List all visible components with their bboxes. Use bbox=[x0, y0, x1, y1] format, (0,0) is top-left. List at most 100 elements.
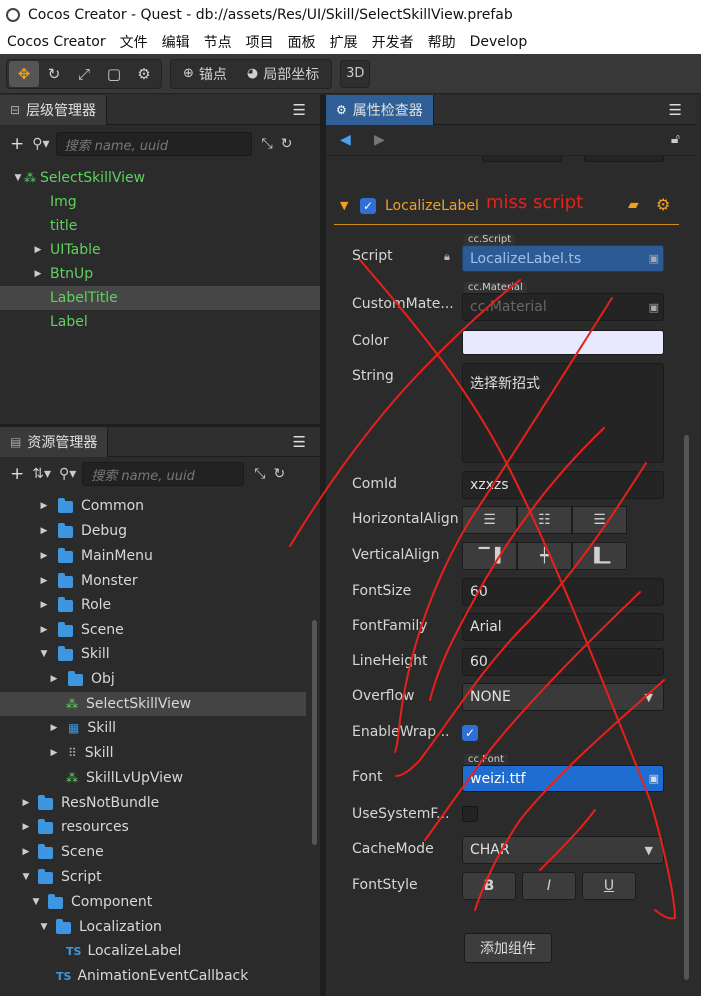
assets-scrollbar[interactable] bbox=[312, 620, 317, 845]
align-left-icon[interactable]: ☰ bbox=[462, 506, 517, 534]
tree-node-selected[interactable]: LabelTitle bbox=[0, 286, 320, 310]
asset-picker-icon[interactable]: ▣ bbox=[649, 301, 659, 314]
tree-node[interactable]: title bbox=[50, 214, 77, 238]
tab-assets[interactable]: ▤ 资源管理器 bbox=[0, 426, 109, 457]
search-filter-icon[interactable]: ⚲▾ bbox=[59, 466, 76, 482]
asset-item[interactable]: ▶ ⠿ Skill bbox=[48, 741, 114, 765]
lock-icon[interactable]: 🔓︎ bbox=[671, 131, 680, 147]
menu-item-file[interactable]: 文件 bbox=[120, 32, 148, 52]
asset-item-selected[interactable]: ⁂ SelectSkillView bbox=[0, 692, 306, 716]
refresh-icon[interactable]: ↻ bbox=[281, 136, 293, 152]
asset-item[interactable]: ▼ Script bbox=[20, 865, 102, 889]
string-textarea[interactable]: 选择新招式 bbox=[462, 363, 664, 463]
collapse-icon[interactable]: ⤡ bbox=[262, 136, 273, 152]
tree-node[interactable]: Label bbox=[50, 310, 88, 334]
menu-item-app[interactable]: Cocos Creator bbox=[7, 34, 106, 50]
book-icon[interactable]: ▰ bbox=[628, 197, 639, 213]
anchor-button[interactable]: ⊕ 锚点 bbox=[173, 61, 237, 87]
asset-picker-icon[interactable]: ▣ bbox=[649, 772, 659, 785]
add-node-button[interactable]: + bbox=[10, 134, 24, 154]
asset-item[interactable]: ▶ Debug bbox=[38, 519, 127, 543]
component-header[interactable]: ▼ ✓ LocalizeLabel miss script ▰ ⚙ bbox=[334, 191, 679, 225]
chevron-right-icon[interactable]: ▶ bbox=[32, 269, 44, 279]
asset-item[interactable]: ⁂ SkillLvUpView bbox=[66, 766, 183, 790]
menu-item-help[interactable]: 帮助 bbox=[428, 32, 456, 52]
lineheight-input[interactable]: 60 bbox=[462, 648, 664, 676]
panel-menu-icon[interactable]: ☰ bbox=[293, 101, 306, 119]
chevron-right-icon[interactable]: ▶ bbox=[32, 245, 44, 255]
chevron-down-icon[interactable]: ▼ bbox=[38, 649, 50, 659]
gear-icon[interactable]: ⚙ bbox=[656, 195, 670, 214]
asset-item[interactable]: ▶ MainMenu bbox=[38, 544, 153, 568]
menu-item-edit[interactable]: 编辑 bbox=[162, 32, 190, 52]
chevron-right-icon[interactable]: ▶ bbox=[20, 822, 32, 832]
italic-button[interactable]: I bbox=[522, 872, 576, 900]
tree-node[interactable]: ▶ BtnUp bbox=[32, 262, 94, 286]
sysfont-checkbox[interactable] bbox=[462, 806, 478, 822]
align-top-icon[interactable]: ▔▐ bbox=[462, 542, 517, 570]
asset-item[interactable]: ▼ Component bbox=[30, 890, 152, 914]
chevron-down-icon[interactable]: ▼ bbox=[20, 872, 32, 882]
align-bottom-icon[interactable]: ▐▁ bbox=[572, 542, 627, 570]
asset-item[interactable]: ▶ Role bbox=[38, 593, 111, 617]
component-enabled-checkbox[interactable]: ✓ bbox=[360, 198, 376, 214]
chevron-right-icon[interactable]: ▶ bbox=[38, 625, 50, 635]
asset-item[interactable]: ▶ resources bbox=[20, 815, 129, 839]
rect-tool-icon[interactable]: ▢ bbox=[99, 61, 129, 87]
asset-item[interactable]: ▶ Scene bbox=[38, 618, 124, 642]
material-field[interactable]: cc.Material ▣ bbox=[462, 293, 664, 321]
script-field[interactable]: LocalizeLabel.ts ▣ bbox=[462, 245, 664, 272]
forward-icon[interactable]: ▶ bbox=[374, 132, 385, 148]
asset-item[interactable]: ▶ Monster bbox=[38, 569, 138, 593]
comid-input[interactable]: xzxzs bbox=[462, 471, 664, 499]
underline-button[interactable]: U bbox=[582, 872, 636, 900]
chevron-right-icon[interactable]: ▶ bbox=[38, 501, 50, 511]
asset-item[interactable]: ▼ Skill bbox=[38, 642, 110, 666]
chevron-right-icon[interactable]: ▶ bbox=[38, 576, 50, 586]
asset-item[interactable]: TS AnimationEventCallback bbox=[56, 964, 248, 988]
asset-item[interactable]: TS LocalizeLabel bbox=[66, 939, 181, 963]
chevron-down-icon[interactable]: ▼ bbox=[30, 897, 42, 907]
asset-item[interactable]: ▶ ResNotBundle bbox=[20, 791, 159, 815]
assets-search-input[interactable]: 搜索 name, uuid bbox=[82, 462, 245, 486]
tab-inspector[interactable]: ⚙ 属性检查器 bbox=[326, 94, 434, 125]
gear-icon[interactable]: ⚙ bbox=[129, 61, 159, 87]
asset-item[interactable]: ▶ Scene bbox=[20, 840, 104, 864]
search-filter-icon[interactable]: ⚲▾ bbox=[32, 136, 49, 152]
asset-item[interactable]: ▶ Common bbox=[38, 494, 144, 518]
chevron-right-icon[interactable]: ▶ bbox=[38, 600, 50, 610]
chevron-right-icon[interactable]: ▶ bbox=[20, 847, 32, 857]
tab-hierarchy[interactable]: ⊟ 层级管理器 bbox=[0, 94, 108, 125]
tree-node[interactable]: ▶ UITable bbox=[32, 238, 101, 262]
hierarchy-search-input[interactable]: 搜索 name, uuid bbox=[55, 132, 252, 156]
chevron-right-icon[interactable]: ▶ bbox=[38, 551, 50, 561]
sort-icon[interactable]: ⇅▾ bbox=[32, 466, 51, 482]
panel-menu-icon[interactable]: ☰ bbox=[293, 433, 306, 451]
color-swatch[interactable] bbox=[462, 330, 664, 355]
asset-item[interactable]: ▶ ▦ Skill bbox=[48, 716, 116, 740]
align-middle-icon[interactable]: ┿ bbox=[517, 542, 572, 570]
font-field[interactable]: weizi.ttf ▣ bbox=[462, 765, 664, 792]
fontfamily-input[interactable]: Arial bbox=[462, 613, 664, 641]
chevron-right-icon[interactable]: ▶ bbox=[38, 526, 50, 536]
overflow-select[interactable]: NONE ▼ bbox=[462, 683, 664, 711]
asset-item[interactable]: ▼ Localization bbox=[38, 915, 162, 939]
add-component-button[interactable]: 添加组件 bbox=[464, 933, 552, 963]
chevron-down-icon[interactable]: ▼ bbox=[38, 922, 50, 932]
inspector-scrollbar[interactable] bbox=[684, 435, 689, 980]
align-center-icon[interactable]: ☷ bbox=[517, 506, 572, 534]
chevron-right-icon[interactable]: ▶ bbox=[48, 748, 60, 758]
bold-button[interactable]: B bbox=[462, 872, 516, 900]
mode-3d-button[interactable]: 3D bbox=[340, 59, 371, 88]
fontsize-input[interactable]: 60 bbox=[462, 578, 664, 606]
chevron-right-icon[interactable]: ▶ bbox=[20, 798, 32, 808]
menu-item-panel[interactable]: 面板 bbox=[288, 32, 316, 52]
asset-item[interactable]: ▶ Obj bbox=[48, 667, 115, 691]
collapse-icon[interactable]: ⤡ bbox=[254, 466, 265, 482]
menu-item-node[interactable]: 节点 bbox=[204, 32, 232, 52]
menu-item-project[interactable]: 项目 bbox=[246, 32, 274, 52]
chevron-down-icon[interactable]: ▼ bbox=[12, 173, 24, 183]
move-tool-icon[interactable]: ✥ bbox=[9, 60, 39, 87]
chevron-right-icon[interactable]: ▶ bbox=[48, 674, 60, 684]
menu-item-develop[interactable]: Develop bbox=[470, 34, 528, 50]
